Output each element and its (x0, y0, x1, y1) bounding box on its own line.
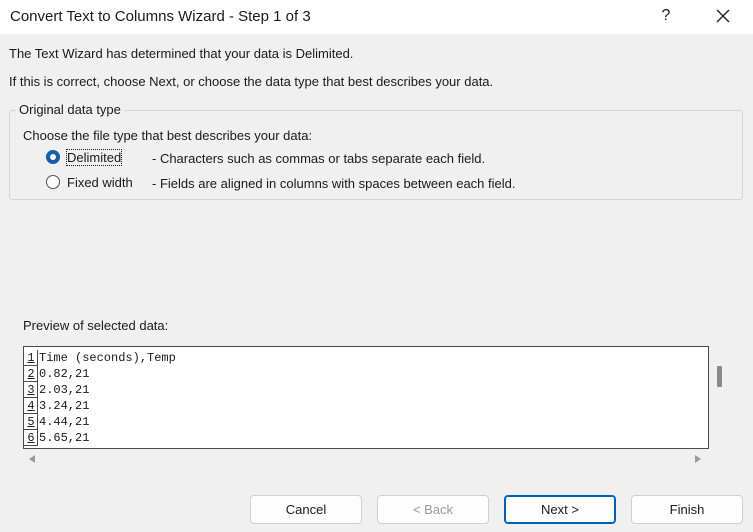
fixed-width-description: - Fields are aligned in columns with spa… (152, 176, 516, 191)
finish-button[interactable]: Finish (631, 495, 743, 524)
vertical-scrollbar-thumb[interactable] (717, 366, 722, 387)
close-button[interactable] (708, 3, 738, 29)
radio-delimited[interactable]: Delimited (46, 148, 123, 166)
instruction-message: If this is correct, choose Next, or choo… (9, 74, 494, 89)
detected-type-message: The Text Wizard has determined that your… (9, 46, 354, 61)
preview-row: 3 2.03,21 (24, 382, 89, 398)
preview-row-number: 3 (24, 382, 38, 398)
preview-row-text: 5.65,21 (39, 431, 90, 445)
group-title: Original data type (16, 102, 124, 117)
preview-row-number: 1 (24, 350, 38, 366)
preview-row-text: 2.03,21 (39, 383, 90, 397)
preview-row: 4 3.24,21 (24, 398, 89, 414)
preview-row-text: 3.24,21 (39, 399, 90, 413)
radio-fixed-width[interactable]: Fixed width (46, 173, 133, 191)
preview-label: Preview of selected data: (23, 318, 169, 333)
preview-row: 5 4.44,21 (24, 414, 89, 430)
data-preview-pane[interactable]: 1 Time (seconds),Temp 2 0.82,21 3 2.03,2… (23, 346, 709, 449)
preview-row-text: Time (seconds),Temp (39, 351, 176, 365)
file-type-prompt: Choose the file type that best describes… (23, 128, 313, 143)
window-title: Convert Text to Columns Wizard - Step 1 … (10, 8, 311, 25)
help-button[interactable]: ? (652, 3, 680, 29)
title-bar: Convert Text to Columns Wizard - Step 1 … (0, 0, 753, 34)
preview-row: 6 5.65,21 (24, 430, 89, 446)
preview-row: 1 Time (seconds),Temp (24, 350, 176, 366)
preview-row-number: 4 (24, 398, 38, 414)
preview-row-text: 4.44,21 (39, 415, 90, 429)
close-icon (716, 9, 730, 23)
scroll-right-arrow-icon[interactable] (695, 455, 701, 463)
radio-unselected-icon[interactable] (46, 175, 60, 189)
scroll-left-arrow-icon[interactable] (29, 455, 35, 463)
preview-row-number: 6 (24, 430, 38, 446)
radio-fixed-width-label[interactable]: Fixed width (67, 175, 133, 190)
cancel-button[interactable]: Cancel (250, 495, 362, 524)
preview-row-text: 0.82,21 (39, 367, 90, 381)
next-button[interactable]: Next > (504, 495, 616, 524)
preview-row: 2 0.82,21 (24, 366, 89, 382)
radio-delimited-label[interactable]: Delimited (65, 148, 123, 166)
back-button[interactable]: < Back (377, 495, 489, 524)
radio-selected-icon[interactable] (46, 150, 60, 164)
delimited-description: - Characters such as commas or tabs sepa… (152, 151, 486, 166)
preview-row-number: 5 (24, 414, 38, 430)
preview-row-number: 2 (24, 366, 38, 382)
